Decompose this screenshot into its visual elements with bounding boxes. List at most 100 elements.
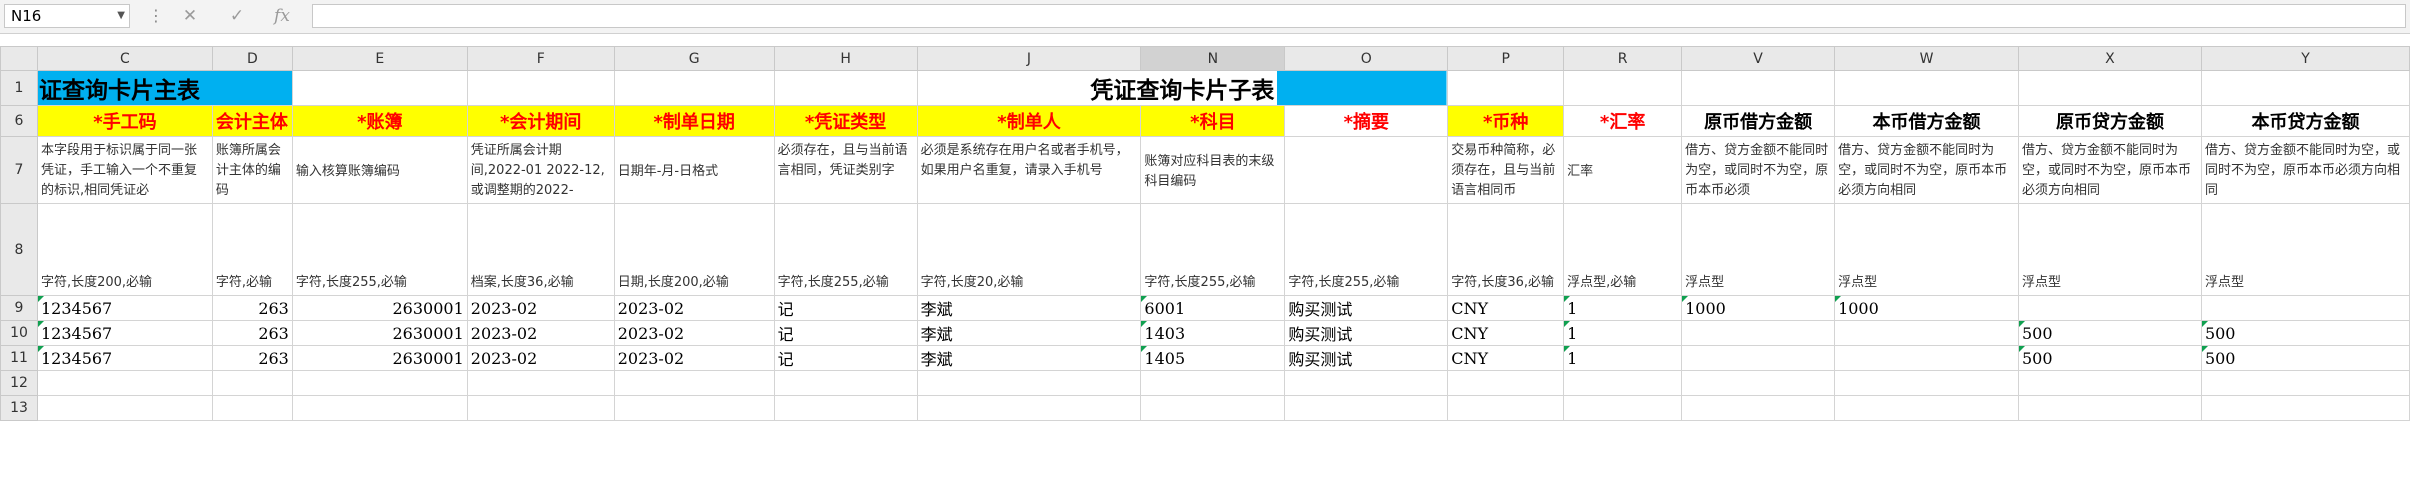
data-cell-v11[interactable]	[1681, 345, 1836, 371]
field-description-c[interactable]: 本字段用于标识属于同一张凭证，手工输入一个不重复的标识,相同凭证必	[36, 136, 213, 204]
cell-p1[interactable]	[1447, 70, 1565, 106]
data-cell-e11[interactable]: 2630001	[291, 345, 468, 371]
field-header-g[interactable]: *制单日期	[613, 105, 775, 137]
field-description-h[interactable]: 必须存在，且与当前语言相同，凭证类别字	[773, 136, 918, 204]
data-cell-h10[interactable]: 记	[773, 320, 918, 346]
data-cell-d10[interactable]: 263	[211, 320, 293, 346]
data-cell-x9[interactable]	[2018, 295, 2202, 321]
data-cell-o10[interactable]: 购买测试	[1284, 320, 1449, 346]
field-format-f[interactable]: 档案,长度36,必输	[466, 203, 615, 296]
cell-f13[interactable]	[466, 395, 615, 421]
drag-handle-icon[interactable]: ⋮	[148, 6, 164, 25]
column-header-e[interactable]: E	[291, 46, 468, 71]
cell-o12[interactable]	[1284, 370, 1449, 396]
cell-g12[interactable]	[613, 370, 775, 396]
data-cell-f9[interactable]: 2023-02	[466, 295, 615, 321]
data-cell-h9[interactable]: 记	[773, 295, 918, 321]
field-description-e[interactable]: 输入核算账簿编码	[291, 136, 468, 204]
column-header-g[interactable]: G	[613, 46, 775, 71]
formula-input[interactable]	[312, 4, 2406, 28]
data-cell-j9[interactable]: 李斌	[916, 295, 1142, 321]
data-cell-r10[interactable]: 1	[1563, 320, 1683, 346]
column-header-f[interactable]: F	[466, 46, 615, 71]
data-cell-r9[interactable]: 1	[1563, 295, 1683, 321]
field-header-x[interactable]: 原币贷方金额	[2018, 105, 2202, 137]
row-header-10[interactable]: 10	[0, 320, 38, 346]
data-cell-p11[interactable]: CNY	[1447, 345, 1565, 371]
data-cell-o11[interactable]: 购买测试	[1284, 345, 1449, 371]
cancel-icon[interactable]: ✕	[175, 3, 205, 29]
cell-w12[interactable]	[1834, 370, 2019, 396]
column-header-r[interactable]: R	[1563, 46, 1683, 71]
cell-w13[interactable]	[1834, 395, 2019, 421]
cell-j12[interactable]	[916, 370, 1142, 396]
data-cell-p9[interactable]: CNY	[1447, 295, 1565, 321]
cell-c13[interactable]	[36, 395, 213, 421]
column-header-d[interactable]: D	[211, 46, 293, 71]
function-icon[interactable]: fx	[267, 3, 297, 29]
column-header-v[interactable]: V	[1681, 46, 1836, 71]
field-description-v[interactable]: 借方、贷方金额不能同时为空，或同时不为空，原币本币必须	[1681, 136, 1836, 204]
data-cell-d9[interactable]: 263	[211, 295, 293, 321]
field-header-r[interactable]: *汇率	[1563, 105, 1683, 137]
data-cell-o9[interactable]: 购买测试	[1284, 295, 1449, 321]
field-header-e[interactable]: *账簿	[291, 105, 468, 137]
field-format-r[interactable]: 浮点型,必输	[1563, 203, 1683, 296]
data-cell-d11[interactable]: 263	[211, 345, 293, 371]
cell-g13[interactable]	[613, 395, 775, 421]
data-cell-n9[interactable]: 6001	[1140, 295, 1286, 321]
data-cell-e10[interactable]: 2630001	[291, 320, 468, 346]
field-header-n[interactable]: *科目	[1140, 105, 1286, 137]
cell-f1[interactable]	[466, 70, 615, 106]
data-cell-y9[interactable]	[2200, 295, 2410, 321]
cell-f12[interactable]	[466, 370, 615, 396]
data-cell-y10[interactable]: 500	[2200, 320, 2410, 346]
field-description-r[interactable]: 汇率	[1563, 136, 1683, 204]
cell-e12[interactable]	[291, 370, 468, 396]
data-cell-j11[interactable]: 李斌	[916, 345, 1142, 371]
field-format-o[interactable]: 字符,长度255,必输	[1284, 203, 1449, 296]
data-cell-n11[interactable]: 1405	[1140, 345, 1286, 371]
field-header-o[interactable]: *摘要	[1284, 105, 1449, 137]
field-description-x[interactable]: 借方、贷方金额不能同时为空，或同时不为空，原币本币必须方向相同	[2018, 136, 2202, 204]
field-format-j[interactable]: 字符,长度20,必输	[916, 203, 1142, 296]
data-cell-r11[interactable]: 1	[1563, 345, 1683, 371]
field-header-j[interactable]: *制单人	[916, 105, 1142, 137]
column-header-n[interactable]: N	[1140, 46, 1286, 71]
field-description-f[interactable]: 凭证所属会计期间,2022-01 2022-12,或调整期的2022-	[466, 136, 615, 204]
cell-v12[interactable]	[1681, 370, 1836, 396]
data-cell-h11[interactable]: 记	[773, 345, 918, 371]
cell-j13[interactable]	[916, 395, 1142, 421]
data-cell-p10[interactable]: CNY	[1447, 320, 1565, 346]
column-header-j[interactable]: J	[916, 46, 1142, 71]
field-header-h[interactable]: *凭证类型	[773, 105, 918, 137]
chevron-down-icon[interactable]: ▼	[117, 5, 125, 27]
field-format-w[interactable]: 浮点型	[1834, 203, 2019, 296]
field-format-p[interactable]: 字符,长度36,必输	[1447, 203, 1565, 296]
data-cell-f10[interactable]: 2023-02	[466, 320, 615, 346]
cell-n12[interactable]	[1140, 370, 1286, 396]
cell-r13[interactable]	[1563, 395, 1683, 421]
column-header-x[interactable]: X	[2018, 46, 2202, 71]
data-cell-w11[interactable]	[1834, 345, 2019, 371]
data-cell-f11[interactable]: 2023-02	[466, 345, 615, 371]
data-cell-n10[interactable]: 1403	[1140, 320, 1286, 346]
row-header-12[interactable]: 12	[0, 370, 38, 396]
data-cell-g11[interactable]: 2023-02	[613, 345, 775, 371]
data-cell-g10[interactable]: 2023-02	[613, 320, 775, 346]
data-cell-x11[interactable]: 500	[2018, 345, 2202, 371]
field-format-n[interactable]: 字符,长度255,必输	[1140, 203, 1286, 296]
field-header-p[interactable]: *币种	[1447, 105, 1565, 137]
cell-o13[interactable]	[1284, 395, 1449, 421]
field-format-x[interactable]: 浮点型	[2018, 203, 2202, 296]
cell-r1[interactable]	[1563, 70, 1683, 106]
cell-y12[interactable]	[2200, 370, 2410, 396]
name-box[interactable]: N16 ▼	[4, 4, 130, 28]
field-format-c[interactable]: 字符,长度200,必输	[36, 203, 213, 296]
cell-c12[interactable]	[36, 370, 213, 396]
cell-n13[interactable]	[1140, 395, 1286, 421]
field-description-d[interactable]: 账簿所属会计主体的编码	[211, 136, 293, 204]
field-format-e[interactable]: 字符,长度255,必输	[291, 203, 468, 296]
field-header-c[interactable]: *手工码	[36, 105, 213, 137]
cell-e13[interactable]	[291, 395, 468, 421]
